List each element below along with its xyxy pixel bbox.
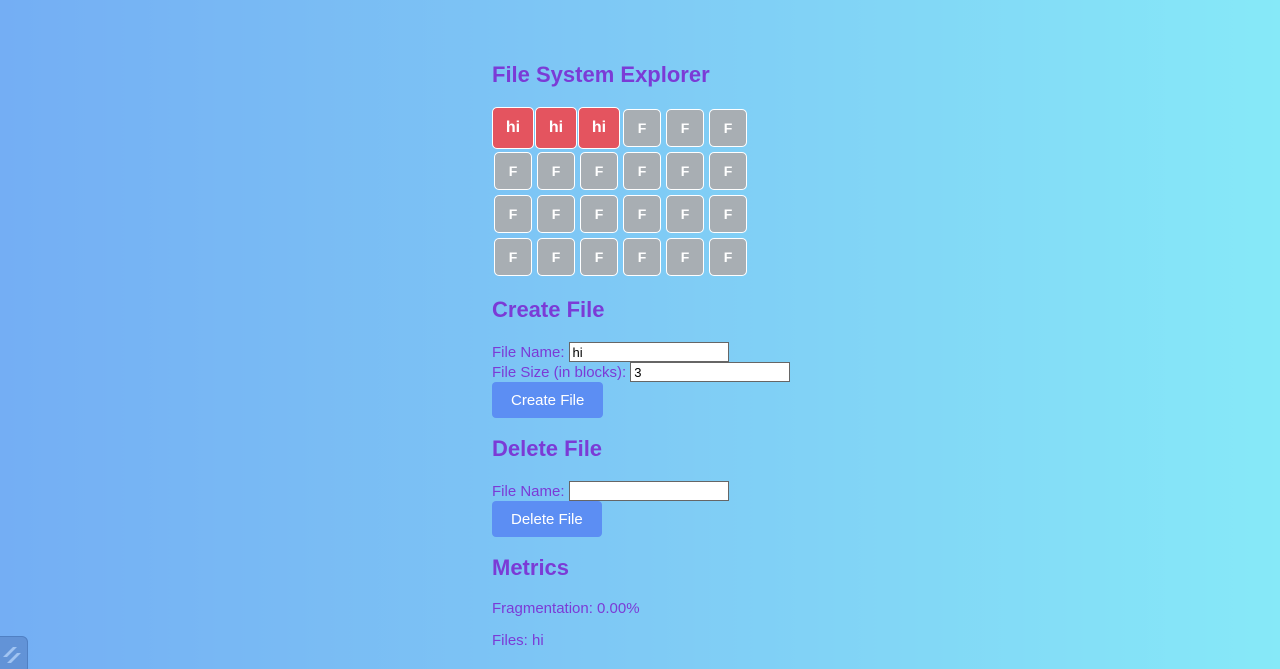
create-size-row: File Size (in blocks):	[492, 362, 791, 382]
free-block[interactable]: F	[623, 152, 661, 190]
free-block[interactable]: F	[580, 152, 618, 190]
free-block[interactable]: F	[709, 195, 747, 233]
corner-widget[interactable]	[0, 636, 28, 669]
free-block[interactable]: F	[709, 109, 747, 147]
create-file-heading: Create File	[492, 297, 605, 322]
free-block[interactable]: F	[623, 238, 661, 276]
delete-file-button[interactable]: Delete File	[492, 501, 602, 537]
delete-name-label: File Name:	[492, 482, 565, 500]
create-size-label: File Size (in blocks):	[492, 363, 627, 381]
used-block[interactable]: hi	[492, 107, 534, 149]
app-logo-icon	[3, 647, 21, 663]
free-block[interactable]: F	[666, 109, 704, 147]
free-block[interactable]: F	[666, 238, 704, 276]
free-block[interactable]: F	[537, 238, 575, 276]
create-name-row: File Name:	[492, 342, 729, 362]
free-block[interactable]: F	[580, 238, 618, 276]
used-block[interactable]: hi	[578, 107, 620, 149]
page-title: File System Explorer	[492, 62, 710, 87]
free-block[interactable]: F	[623, 109, 661, 147]
create-file-button[interactable]: Create File	[492, 382, 604, 418]
files-metric: Files: hi	[492, 632, 544, 649]
create-name-label: File Name:	[492, 343, 565, 361]
create-file-name-input[interactable]	[568, 342, 729, 362]
free-block[interactable]: F	[709, 152, 747, 190]
fragmentation-metric: Fragmentation: 0.00%	[492, 600, 640, 617]
used-block[interactable]: hi	[535, 107, 577, 149]
delete-file-name-input[interactable]	[568, 481, 729, 501]
create-file-size-input[interactable]	[630, 362, 791, 382]
free-block[interactable]: F	[537, 195, 575, 233]
metrics-heading: Metrics	[492, 555, 570, 580]
free-block[interactable]: F	[494, 152, 532, 190]
free-block[interactable]: F	[709, 238, 747, 276]
delete-file-heading: Delete File	[492, 436, 603, 461]
free-block[interactable]: F	[666, 195, 704, 233]
free-block[interactable]: F	[623, 195, 661, 233]
delete-name-row: File Name:	[492, 481, 729, 501]
free-block[interactable]: F	[537, 152, 575, 190]
free-block[interactable]: F	[580, 195, 618, 233]
free-block[interactable]: F	[666, 152, 704, 190]
free-block[interactable]: F	[494, 238, 532, 276]
free-block[interactable]: F	[494, 195, 532, 233]
